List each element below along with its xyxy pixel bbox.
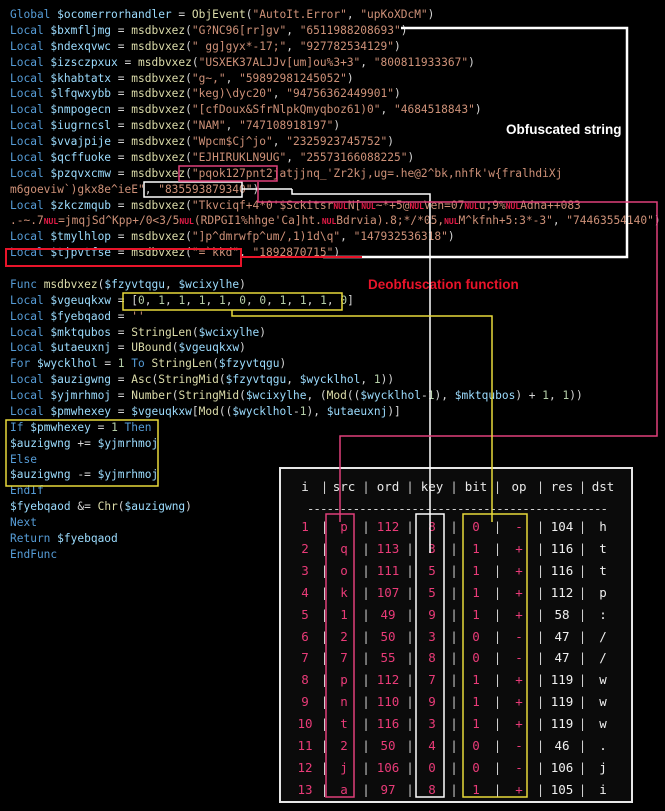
key-to-table-line [291, 189, 431, 553]
if-branch-box [5, 419, 159, 487]
function-signature-box [5, 248, 242, 267]
bit-array-to-table-line [231, 310, 493, 522]
highlight-overlay [5, 24, 658, 798]
src-column-box [325, 513, 355, 798]
bit-array-box [122, 292, 343, 311]
obfuscated-string-box-1 [401, 24, 425, 25]
obfuscated-bracket [323, 26, 629, 259]
key-column-box [415, 513, 445, 798]
source-to-table-line [257, 182, 658, 522]
key-string-box [143, 181, 243, 198]
bit-op-column-box [462, 513, 528, 798]
source-string-box [178, 165, 278, 182]
